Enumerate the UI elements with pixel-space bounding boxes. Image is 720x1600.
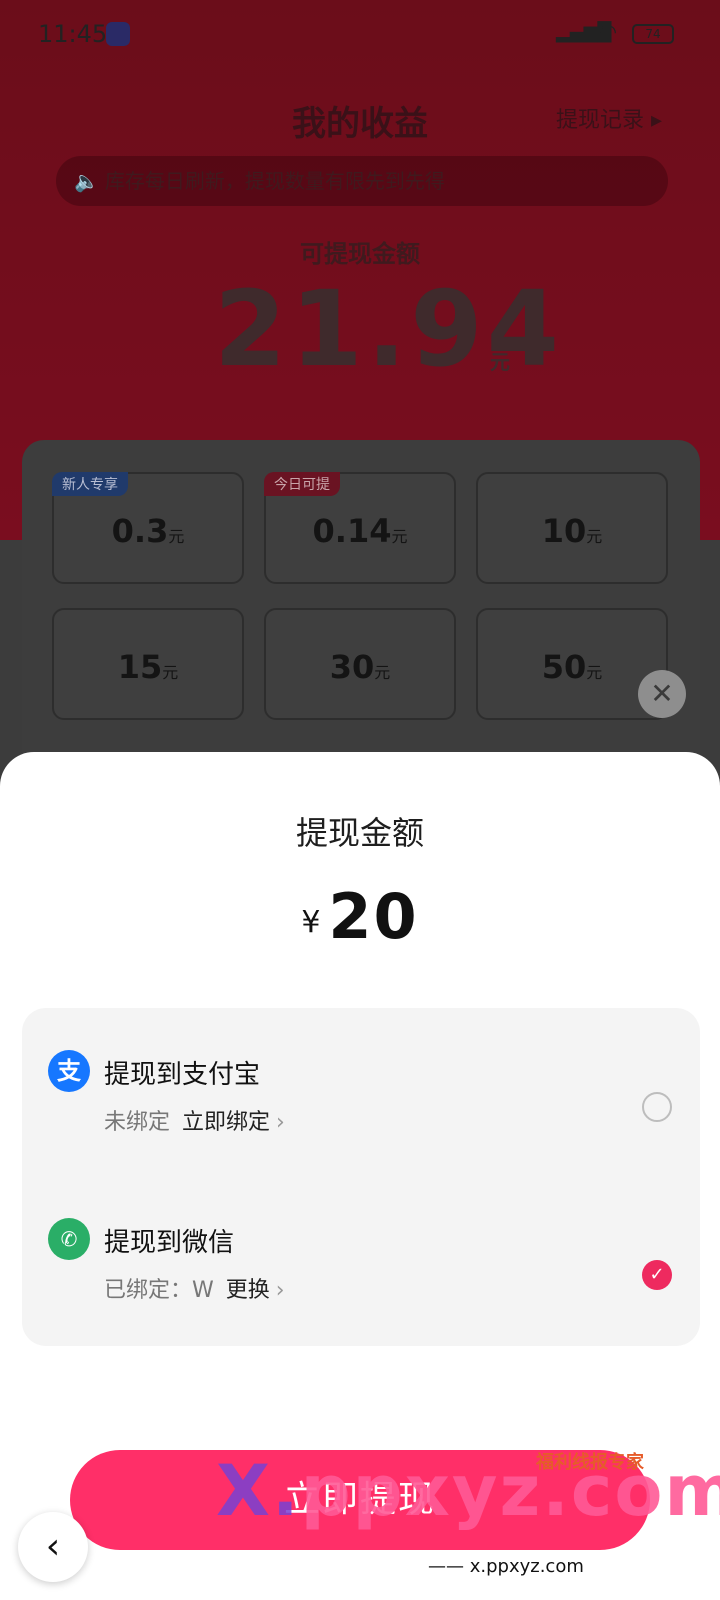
option-tag: 今日可提	[264, 472, 340, 496]
option-0-14[interactable]: 今日可提 0.14元	[264, 472, 456, 584]
status-bar: 11:45 ▂▄▆█ ◠ 74	[0, 0, 720, 70]
back-icon[interactable]: ‹	[18, 1512, 88, 1582]
method-title: 提现到微信	[104, 1228, 235, 1258]
status-time: 11:45	[38, 20, 108, 48]
option-tag: 新人专享	[52, 472, 128, 496]
withdraw-options-card: 新人专享 0.3元 今日可提 0.14元 10元 15元 30元 50元	[22, 440, 700, 780]
change-link[interactable]: 更换	[226, 1278, 270, 1303]
option-value: 0.3元	[111, 512, 185, 550]
notice-bar: 🔈 库存每日刷新，提现数量有限先到先得	[56, 156, 668, 206]
method-status: 已绑定：W 更换 ›	[104, 1278, 285, 1303]
available-unit: 元	[490, 350, 510, 374]
currency-symbol: ¥	[301, 905, 321, 940]
wechat-radio-checked-icon[interactable]: ✓	[642, 1260, 672, 1290]
app-notification-icon	[106, 22, 130, 46]
chevron-right-icon: ›	[276, 1110, 285, 1135]
wifi-icon: ◠	[598, 20, 618, 45]
available-label: 可提现金额	[300, 240, 420, 268]
method-alipay[interactable]: 支 提现到支付宝 未绑定 立即绑定 ›	[22, 1028, 700, 1148]
option-10[interactable]: 10元	[476, 472, 668, 584]
speaker-icon: 🔈	[74, 169, 99, 193]
option-value: 30元	[329, 648, 391, 686]
option-value: 50元	[541, 648, 603, 686]
watermark-url: —— x.ppxyz.com	[428, 1556, 584, 1577]
watermark-badge: 福利线报专家	[536, 1452, 644, 1473]
sheet-amount: ¥20	[0, 880, 720, 953]
alipay-radio[interactable]	[642, 1092, 672, 1122]
option-value: 10元	[541, 512, 603, 550]
option-15[interactable]: 15元	[52, 608, 244, 720]
available-amount: 21.94	[214, 268, 563, 390]
withdraw-history-link[interactable]: 提现记录 ▸	[556, 102, 662, 134]
method-wechat[interactable]: ✆ 提现到微信 已绑定：W 更换 › ✓	[22, 1196, 700, 1316]
option-30[interactable]: 30元	[264, 608, 456, 720]
close-icon[interactable]: ✕	[638, 670, 686, 718]
method-title: 提现到支付宝	[104, 1060, 261, 1090]
battery-icon: 74	[632, 24, 674, 44]
payment-methods: 支 提现到支付宝 未绑定 立即绑定 › ✆ 提现到微信 已绑定：W 更换 › ✓	[22, 1008, 700, 1346]
wechat-icon: ✆	[48, 1218, 90, 1260]
alipay-icon: 支	[48, 1050, 90, 1092]
chevron-right-icon: ›	[275, 1278, 285, 1303]
method-status: 未绑定 立即绑定 ›	[104, 1110, 285, 1135]
option-value: 15元	[117, 648, 179, 686]
sheet-title: 提现金额	[295, 814, 424, 852]
option-value: 0.14元	[312, 512, 408, 550]
notice-text: 库存每日刷新，提现数量有限先到先得	[104, 169, 445, 193]
amount-value: 20	[328, 880, 419, 953]
option-0-3[interactable]: 新人专享 0.3元	[52, 472, 244, 584]
bind-now-link[interactable]: 立即绑定	[182, 1110, 270, 1135]
watermark-logo: X.ppxyz.com	[216, 1450, 720, 1532]
